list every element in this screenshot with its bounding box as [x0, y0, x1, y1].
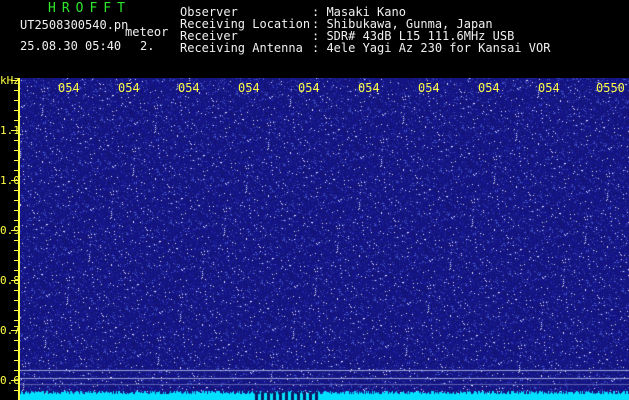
- y-minor-tick: [14, 140, 20, 141]
- y-minor-tick: [14, 270, 20, 271]
- y-minor-tick: [14, 120, 20, 121]
- spectrogram: [20, 78, 629, 400]
- y-minor-tick: [14, 150, 20, 151]
- y-minor-tick: [14, 320, 20, 321]
- y-minor-tick: [14, 370, 20, 371]
- x-tick-label: 054: [58, 81, 80, 95]
- x-tick-label: 054: [238, 81, 260, 95]
- y-minor-tick: [14, 90, 20, 91]
- x-tick-label: 054: [358, 81, 380, 95]
- y-minor-tick: [14, 260, 20, 261]
- y-minor-tick: [14, 240, 20, 241]
- y-minor-tick: [14, 110, 20, 111]
- x-tick-label: 054: [298, 81, 320, 95]
- x-tick-label: 054: [178, 81, 200, 95]
- y-minor-tick: [14, 390, 20, 391]
- header-panel: HROFFT UT2508300540.pn meteor 25.08.30 0…: [0, 0, 629, 78]
- filename: UT2508300540.pn: [20, 18, 129, 32]
- y-minor-tick: [14, 170, 20, 171]
- y-minor-tick: [14, 220, 20, 221]
- field-value-antenna: : 4ele Yagi Az 230 for Kansai VOR: [312, 41, 551, 55]
- y-minor-tick: [14, 360, 20, 361]
- x-tick-label: 0550: [596, 81, 625, 95]
- y-minor-tick: [14, 200, 20, 201]
- y-minor-tick: [14, 190, 20, 191]
- y-major-tick: [11, 280, 20, 281]
- y-major-tick: [11, 130, 20, 131]
- x-tick-label: 054: [538, 81, 560, 95]
- y-major-tick: [11, 180, 20, 181]
- meteor-count: 2.: [140, 39, 155, 53]
- y-major-tick: [11, 380, 20, 381]
- field-label-antenna: Receiving Antenna: [180, 41, 303, 55]
- meteor-label: meteor: [125, 25, 169, 39]
- y-minor-tick: [14, 100, 20, 101]
- y-minor-tick: [14, 300, 20, 301]
- datetime: 25.08.30 05:40: [20, 39, 122, 53]
- x-tick-label: 054: [478, 81, 500, 95]
- y-minor-tick: [14, 160, 20, 161]
- program-title: HROFFT: [48, 1, 131, 16]
- x-tick-label: 054: [118, 81, 140, 95]
- y-major-tick: [11, 80, 20, 81]
- x-tick-label: 054: [418, 81, 440, 95]
- y-minor-tick: [14, 250, 20, 251]
- y-minor-tick: [14, 310, 20, 311]
- y-major-tick: [11, 330, 20, 331]
- y-minor-tick: [14, 210, 20, 211]
- y-minor-tick: [14, 350, 20, 351]
- y-minor-tick: [14, 340, 20, 341]
- y-major-tick: [11, 230, 20, 231]
- y-minor-tick: [14, 290, 20, 291]
